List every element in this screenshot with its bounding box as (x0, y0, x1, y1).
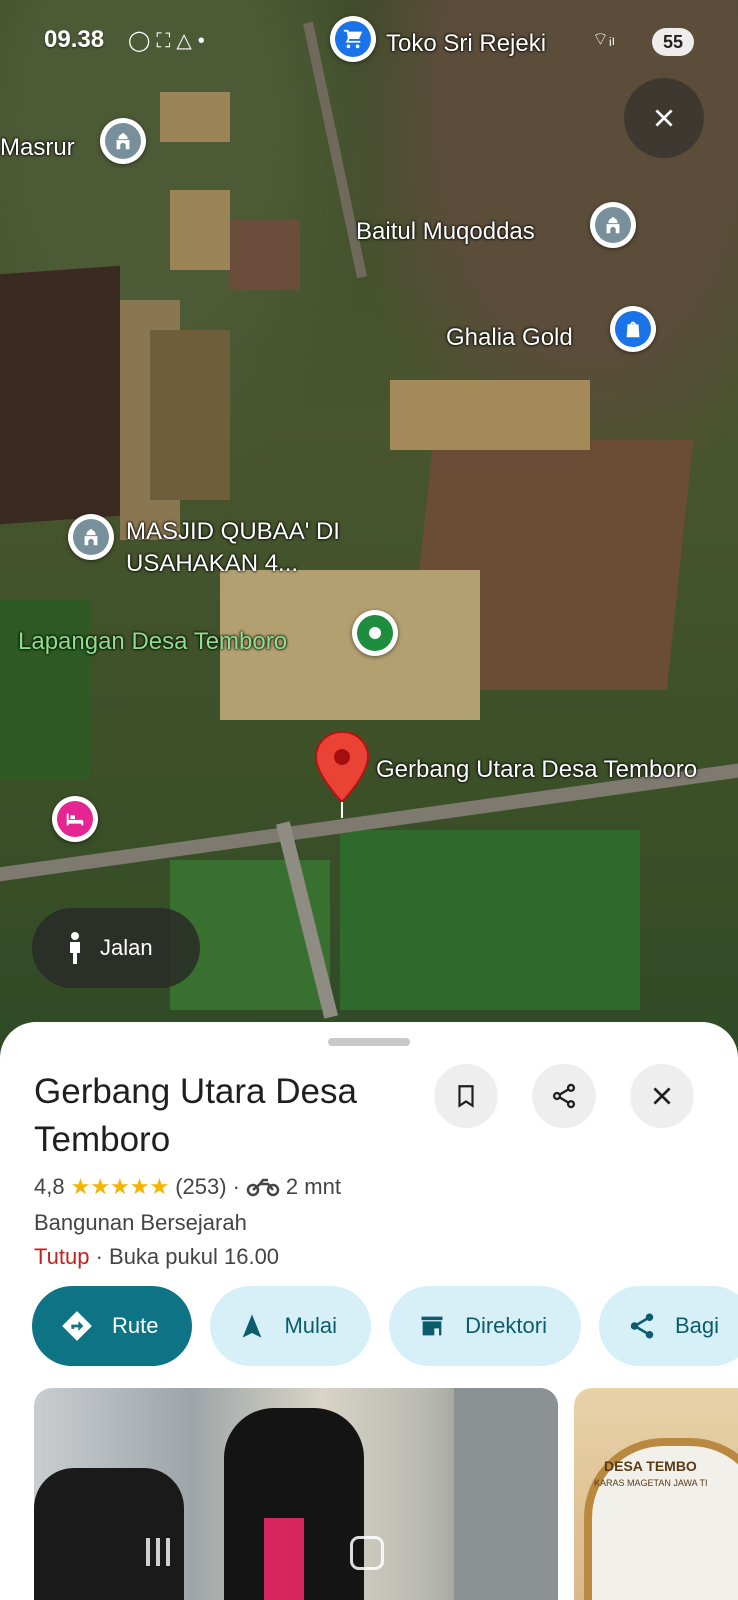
share-chip-label: Bagi (674, 1313, 720, 1338)
action-chips: Rute Mulai Direktori Bagi (32, 1286, 738, 1366)
map-field (150, 330, 230, 500)
map-label-ghalia[interactable]: Ghalia Gold (446, 324, 573, 352)
place-details-sheet: Gerbang Utara Desa Temboro 4,8 ★★★★★ (25… (0, 1022, 738, 1600)
mosque-place-pin[interactable] (68, 514, 114, 560)
review-count: (253) (175, 1174, 227, 1199)
walk-mode-label: Jalan (100, 935, 153, 960)
walk-mode-button[interactable]: Jalan (32, 908, 200, 988)
map-label-gerbang[interactable]: Gerbang Utara Desa Temboro (376, 756, 697, 784)
whatsapp-icon: ◯ (128, 30, 157, 52)
close-map-button[interactable] (624, 78, 704, 158)
notification-icons: ◯⛶△• (128, 28, 211, 53)
start-navigation-button[interactable]: Mulai (210, 1286, 372, 1366)
rating-stars: ★★★★★ (70, 1174, 170, 1199)
directions-icon (62, 1311, 92, 1341)
map-field (0, 265, 120, 525)
close-icon (655, 109, 673, 127)
route-button[interactable]: Rute (32, 1286, 193, 1366)
pedestrian-icon (70, 932, 80, 964)
mosque-place-pin[interactable] (100, 118, 146, 164)
map-field (230, 220, 300, 290)
map-label-lapangan[interactable]: Lapangan Desa Temboro (18, 628, 287, 656)
mosque-place-pin[interactable] (590, 202, 636, 248)
rating-row[interactable]: 4,8 ★★★★★ (253) · 2 mnt (34, 1174, 341, 1200)
photo-sign-line1: DESA TEMBO (604, 1458, 697, 1474)
map-label-masjid-line1[interactable]: MASJID QUBAA' DI (126, 518, 340, 546)
map-field (0, 600, 90, 780)
map-label-masrur[interactable]: Masrur (0, 134, 75, 162)
photo-sign-line2: KARAS MAGETAN JAWA TI (594, 1478, 708, 1488)
directory-button[interactable]: Direktori (389, 1286, 581, 1366)
travel-time: 2 mnt (285, 1174, 341, 1199)
opening-hours[interactable]: Tutup · Buka pukul 16.00 (34, 1244, 279, 1270)
park-place-pin[interactable] (352, 610, 398, 656)
map-field (160, 92, 230, 142)
recent-apps-button[interactable] (146, 1538, 176, 1566)
rating-value: 4,8 (34, 1174, 65, 1199)
storefront-icon (421, 1316, 443, 1336)
map-label-baitul[interactable]: Baitul Muqoddas (356, 218, 535, 246)
open-status: Tutup (34, 1244, 90, 1269)
sheet-drag-handle[interactable] (328, 1038, 410, 1046)
home-button[interactable] (350, 1536, 384, 1570)
selected-location-pin-icon[interactable] (314, 730, 370, 818)
satellite-map[interactable]: Toko Sri Rejeki Masrur Baitul Muqoddas G… (0, 0, 738, 1060)
mosque-icon (84, 528, 98, 546)
map-field (340, 830, 640, 1010)
back-button[interactable]: ‹ (560, 1532, 570, 1566)
system-navigation-bar: ‹ (0, 1528, 738, 1600)
map-label-masjid-line2[interactable]: USAHAKAN 4... (126, 550, 298, 578)
mosque-icon (606, 216, 620, 234)
save-button[interactable] (434, 1064, 498, 1128)
shopping-bag-icon (626, 321, 640, 338)
battery-indicator: 55 (652, 28, 694, 56)
motorcycle-icon (246, 1178, 280, 1197)
route-button-label: Rute (112, 1313, 159, 1338)
map-field (390, 380, 590, 450)
mosque-icon (116, 132, 130, 150)
share-button[interactable] (532, 1064, 596, 1128)
wifi-signal-icon: ⌔ᵢₗ (592, 29, 615, 49)
shopping-bag-place-pin[interactable] (610, 306, 656, 352)
share-icon (630, 1313, 654, 1339)
status-time: 09.38 (44, 26, 105, 53)
close-icon (653, 1087, 671, 1105)
screenshot-icon: ⛶ (156, 30, 177, 52)
place-title: Gerbang Utara Desa Temboro (34, 1072, 357, 1159)
place-category: Bangunan Bersejarah (34, 1210, 247, 1235)
share-chip-button[interactable]: Bagi (598, 1286, 738, 1366)
bookmark-icon (458, 1085, 474, 1108)
start-button-label: Mulai (284, 1313, 338, 1338)
dot-icon: • (197, 30, 211, 52)
park-dot-icon (369, 627, 381, 639)
bed-icon (66, 813, 84, 826)
share-icon (552, 1083, 576, 1109)
directory-button-label: Direktori (465, 1313, 547, 1338)
navigation-arrow-icon (243, 1314, 262, 1338)
drive-icon: △ (176, 30, 198, 52)
close-sheet-button[interactable] (630, 1064, 694, 1128)
opening-time: · Buka pukul 16.00 (95, 1244, 280, 1269)
map-field (170, 190, 230, 270)
hotel-place-pin[interactable] (52, 796, 98, 842)
status-bar: 09.38 ◯⛶△• ⌔ᵢₗ 55 (0, 0, 738, 80)
